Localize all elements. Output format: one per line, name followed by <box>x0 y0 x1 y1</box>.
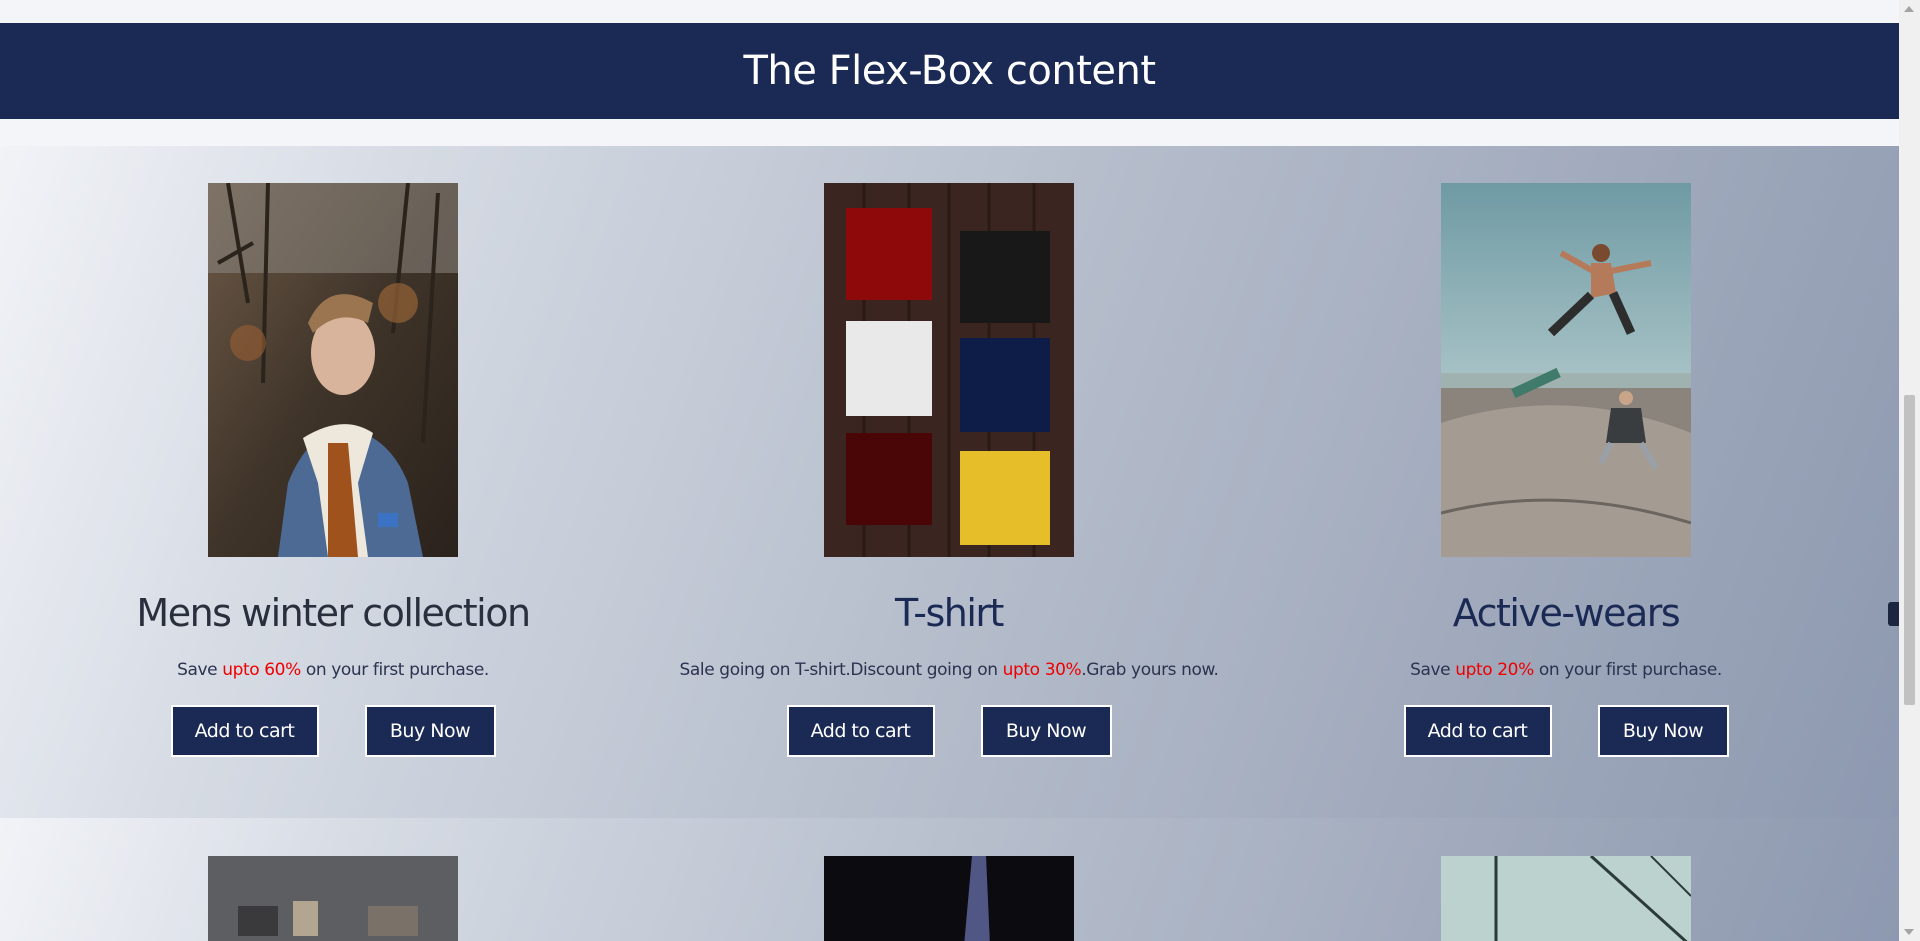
buy-now-button[interactable]: Buy Now <box>1597 705 1729 757</box>
vertical-scrollbar[interactable] <box>1899 0 1920 941</box>
discount-highlight: upto 20% <box>1455 660 1534 680</box>
add-to-cart-button[interactable]: Add to cart <box>786 705 935 757</box>
product-description: Sale going on T-shirt.Discount going on … <box>679 660 1219 680</box>
dark-fashion-photo <box>824 856 1074 941</box>
page-title: The Flex-Box content <box>743 48 1156 94</box>
architecture-photo <box>1441 856 1691 941</box>
product-title: Active-wears <box>1452 591 1681 635</box>
product-title: Mens winter collection <box>136 591 531 635</box>
accessories-photo <box>208 856 458 941</box>
folded-tshirts-photo <box>824 183 1074 557</box>
product-card-activewear: Active-wears Save upto 20% on your first… <box>1258 183 1874 757</box>
product-description: Save upto 60% on your first purchase. <box>177 660 489 680</box>
product-actions: Add to cart Buy Now <box>786 705 1112 757</box>
product-row: Mens winter collection Save upto 60% on … <box>0 146 1899 818</box>
man-in-winter-scarf-photo <box>208 183 458 557</box>
product-actions: Add to cart Buy Now <box>1403 705 1729 757</box>
buy-now-button[interactable]: Buy Now <box>364 705 496 757</box>
scroll-down-arrow-icon[interactable] <box>1904 929 1914 935</box>
product-card-winter: Mens winter collection Save upto 60% on … <box>25 183 641 757</box>
scrollbar-thumb[interactable] <box>1904 395 1915 705</box>
discount-highlight: upto 30% <box>1002 660 1082 680</box>
page: The Flex-Box content Mens winter collect… <box>0 0 1899 941</box>
page-header: The Flex-Box content <box>0 23 1899 119</box>
product-description: Save upto 20% on your first purchase. <box>1410 660 1722 680</box>
add-to-cart-button[interactable]: Add to cart <box>170 705 319 757</box>
product-title: T-shirt <box>895 591 1004 635</box>
buy-now-button[interactable]: Buy Now <box>980 705 1112 757</box>
scroll-up-arrow-icon[interactable] <box>1904 6 1914 12</box>
product-card-tshirt: T-shirt Sale going on T-shirt.Discount g… <box>641 183 1257 757</box>
skateboarders-photo <box>1441 183 1691 557</box>
product-row-partial <box>0 818 1899 941</box>
product-actions: Add to cart Buy Now <box>170 705 496 757</box>
discount-highlight: upto 60% <box>222 660 301 680</box>
add-to-cart-button[interactable]: Add to cart <box>1403 705 1552 757</box>
